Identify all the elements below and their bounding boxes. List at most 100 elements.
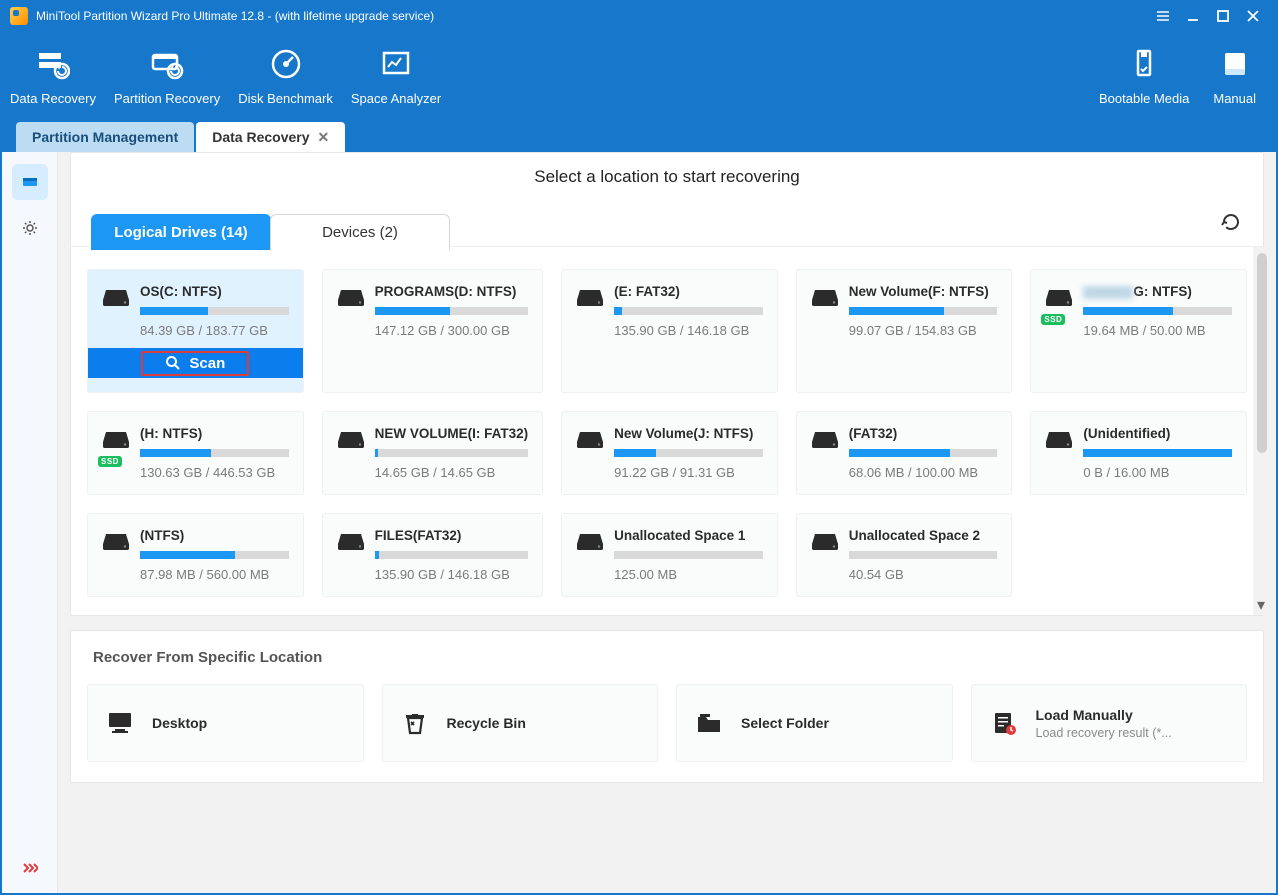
manual-icon: [1218, 47, 1252, 81]
close-button[interactable]: [1238, 5, 1268, 27]
maximize-button[interactable]: [1208, 5, 1238, 27]
drive-name: (FAT32): [849, 426, 898, 441]
tab-data-recovery[interactable]: Data Recovery✕: [196, 122, 345, 152]
drive-name: (Unidentified): [1083, 426, 1170, 441]
disk-icon: [1045, 428, 1073, 450]
disk-benchmark-icon: [269, 47, 303, 81]
tool-partition-recovery[interactable]: Partition Recovery: [114, 47, 238, 106]
content-area: Select a location to start recovering Lo…: [58, 152, 1276, 893]
bootable-media-icon: [1127, 47, 1161, 81]
tab-label: Partition Management: [32, 129, 178, 145]
location-name: Desktop: [152, 715, 207, 731]
drive-card[interactable]: SSDG: NTFS)19.64 MB / 50.00 MB: [1030, 269, 1247, 393]
location-name: Load Manually: [1036, 707, 1172, 723]
tool-data-recovery[interactable]: Data Recovery: [10, 47, 114, 106]
title-bar: MiniTool Partition Wizard Pro Ultimate 1…: [2, 2, 1276, 30]
tool-label: Partition Recovery: [114, 91, 220, 106]
drives-panel: Select a location to start recovering Lo…: [70, 152, 1264, 616]
tab-strip: Partition Management Data Recovery✕: [2, 122, 1276, 152]
drive-card[interactable]: New Volume(F: NTFS)99.07 GB / 154.83 GB: [796, 269, 1013, 393]
location-subtitle: Load recovery result (*...: [1036, 726, 1172, 740]
drive-card[interactable]: (FAT32)68.06 MB / 100.00 MB: [796, 411, 1013, 495]
data-recovery-icon: [36, 47, 70, 81]
drive-card[interactable]: Unallocated Space 2 40.54 GB: [796, 513, 1013, 597]
tool-space-analyzer[interactable]: Space Analyzer: [351, 47, 459, 106]
usage-bar: [614, 307, 763, 315]
subtab-label: Devices (2): [322, 224, 398, 241]
space-analyzer-icon: [379, 47, 413, 81]
usage-bar: [849, 551, 998, 559]
tool-disk-benchmark[interactable]: Disk Benchmark: [238, 47, 351, 106]
location-card[interactable]: Desktop: [87, 684, 364, 762]
usage-bar: [1083, 307, 1232, 315]
disk-icon: [337, 428, 365, 450]
rail-expand-button[interactable]: [12, 853, 48, 883]
drive-size: 0 B / 16.00 MB: [1083, 465, 1232, 480]
location-name: Recycle Bin: [447, 715, 526, 731]
drive-card[interactable]: OS(C: NTFS)84.39 GB / 183.77 GBScan: [87, 269, 304, 393]
tool-bootable-media[interactable]: Bootable Media: [1087, 47, 1201, 106]
app-logo-icon: [10, 7, 28, 25]
location-card[interactable]: Load Manually Load recovery result (*...: [971, 684, 1248, 762]
recover-location-panel: Recover From Specific Location DesktopRe…: [70, 630, 1264, 783]
drive-size: 130.63 GB / 446.53 GB: [140, 465, 289, 480]
refresh-button[interactable]: [1221, 212, 1243, 234]
tab-close-icon[interactable]: ✕: [318, 129, 330, 146]
scrollbar-thumb[interactable]: [1257, 253, 1267, 453]
rail-settings-button[interactable]: [12, 210, 48, 246]
drive-size: 125.00 MB: [614, 567, 763, 582]
subtab-devices[interactable]: Devices (2): [270, 214, 450, 250]
usage-bar: [614, 449, 763, 457]
tool-manual[interactable]: Manual: [1201, 47, 1268, 106]
scan-button[interactable]: Scan: [88, 348, 303, 378]
disk-icon: [337, 530, 365, 552]
usage-bar: [140, 307, 289, 315]
usage-bar: [140, 449, 289, 457]
drive-name: (H: NTFS): [140, 426, 202, 441]
drive-size: 135.90 GB / 146.18 GB: [375, 567, 529, 582]
drive-card[interactable]: (Unidentified) 0 B / 16.00 MB: [1030, 411, 1247, 495]
drive-card[interactable]: SSD(H: NTFS)130.63 GB / 446.53 GB: [87, 411, 304, 495]
left-rail: [2, 152, 58, 893]
drive-card[interactable]: Unallocated Space 1125.00 MB: [561, 513, 778, 597]
drives-grid: OS(C: NTFS)84.39 GB / 183.77 GBScanPROGR…: [71, 247, 1263, 615]
drive-card[interactable]: PROGRAMS(D: NTFS)147.12 GB / 300.00 GB: [322, 269, 544, 393]
usage-bar: [849, 449, 998, 457]
scrollbar-down-icon[interactable]: ▾: [1255, 599, 1267, 611]
location-card[interactable]: Select Folder: [676, 684, 953, 762]
disk-icon: [811, 530, 839, 552]
tool-label: Manual: [1213, 91, 1256, 106]
usage-bar: [140, 551, 289, 559]
disk-icon: [102, 286, 130, 308]
tab-partition-management[interactable]: Partition Management: [16, 122, 194, 152]
drive-size: 40.54 GB: [849, 567, 998, 582]
ssd-badge: SSD: [1041, 314, 1065, 325]
drive-name: Unallocated Space 2: [849, 528, 980, 543]
drive-size: 99.07 GB / 154.83 GB: [849, 323, 998, 338]
rail-drives-button[interactable]: [12, 164, 48, 200]
drive-card[interactable]: (NTFS)87.98 MB / 560.00 MB: [87, 513, 304, 597]
drive-name-obscured: [1083, 286, 1133, 299]
drive-name: FILES(FAT32): [375, 528, 462, 543]
usage-bar: [375, 449, 529, 457]
drive-name: (E: FAT32): [614, 284, 680, 299]
scan-label: Scan: [189, 355, 225, 372]
drive-card[interactable]: New Volume(J: NTFS)91.22 GB / 91.31 GB: [561, 411, 778, 495]
subtab-logical-drives[interactable]: Logical Drives (14): [91, 214, 271, 250]
location-card[interactable]: Recycle Bin: [382, 684, 659, 762]
usage-bar: [375, 551, 529, 559]
disk-icon: [1045, 286, 1073, 308]
drive-card[interactable]: NEW VOLUME(I: FAT32)14.65 GB / 14.65 GB: [322, 411, 544, 495]
drive-card[interactable]: FILES(FAT32) 135.90 GB / 146.18 GB: [322, 513, 544, 597]
drive-name-suffix: G: NTFS): [1133, 284, 1192, 299]
drive-card[interactable]: (E: FAT32)135.90 GB / 146.18 GB: [561, 269, 778, 393]
tool-label: Data Recovery: [10, 91, 96, 106]
locations-grid: DesktopRecycle BinSelect FolderLoad Manu…: [71, 666, 1263, 782]
minimize-button[interactable]: [1178, 5, 1208, 27]
usage-bar: [1083, 449, 1232, 457]
drive-name: NEW VOLUME(I: FAT32): [375, 426, 529, 441]
disk-icon: [576, 286, 604, 308]
menu-icon[interactable]: [1148, 5, 1178, 27]
app-title: MiniTool Partition Wizard Pro Ultimate 1…: [36, 9, 434, 23]
drive-size: 91.22 GB / 91.31 GB: [614, 465, 763, 480]
